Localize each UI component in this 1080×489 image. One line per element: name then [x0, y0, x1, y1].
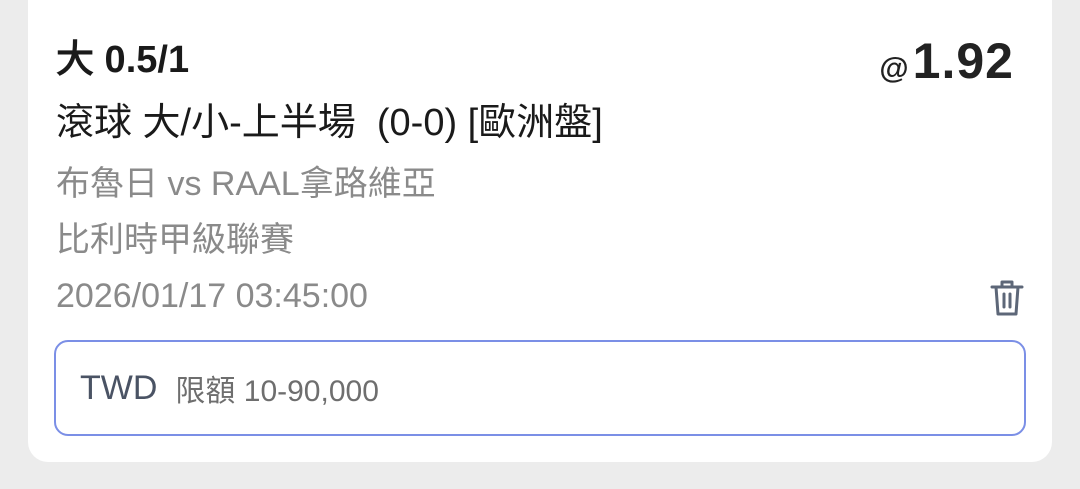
trash-icon[interactable]	[988, 278, 1026, 318]
match-datetime: 2026/01/17 03:45:00	[56, 277, 368, 315]
stake-input[interactable]: TWD 限額 10-90,000	[54, 340, 1026, 436]
match-teams: 布魯日 vs RAAL拿路維亞	[56, 165, 436, 203]
stake-limit-placeholder: 限額 10-90,000	[175, 375, 379, 408]
odds-prefix: @	[879, 52, 909, 85]
league-name: 比利時甲級聯賽	[56, 221, 294, 259]
bet-selection: 大 0.5/1	[56, 39, 190, 81]
odds-display: @ 1.92	[879, 32, 1014, 90]
currency-label: TWD	[80, 368, 158, 407]
market-description: 滾球 大/小-上半場 (0-0) [歐洲盤]	[56, 102, 603, 144]
odds-value: 1.92	[912, 33, 1014, 89]
bet-slip-card: 大 0.5/1 @ 1.92 滾球 大/小-上半場 (0-0) [歐洲盤] 布魯…	[28, 0, 1052, 462]
